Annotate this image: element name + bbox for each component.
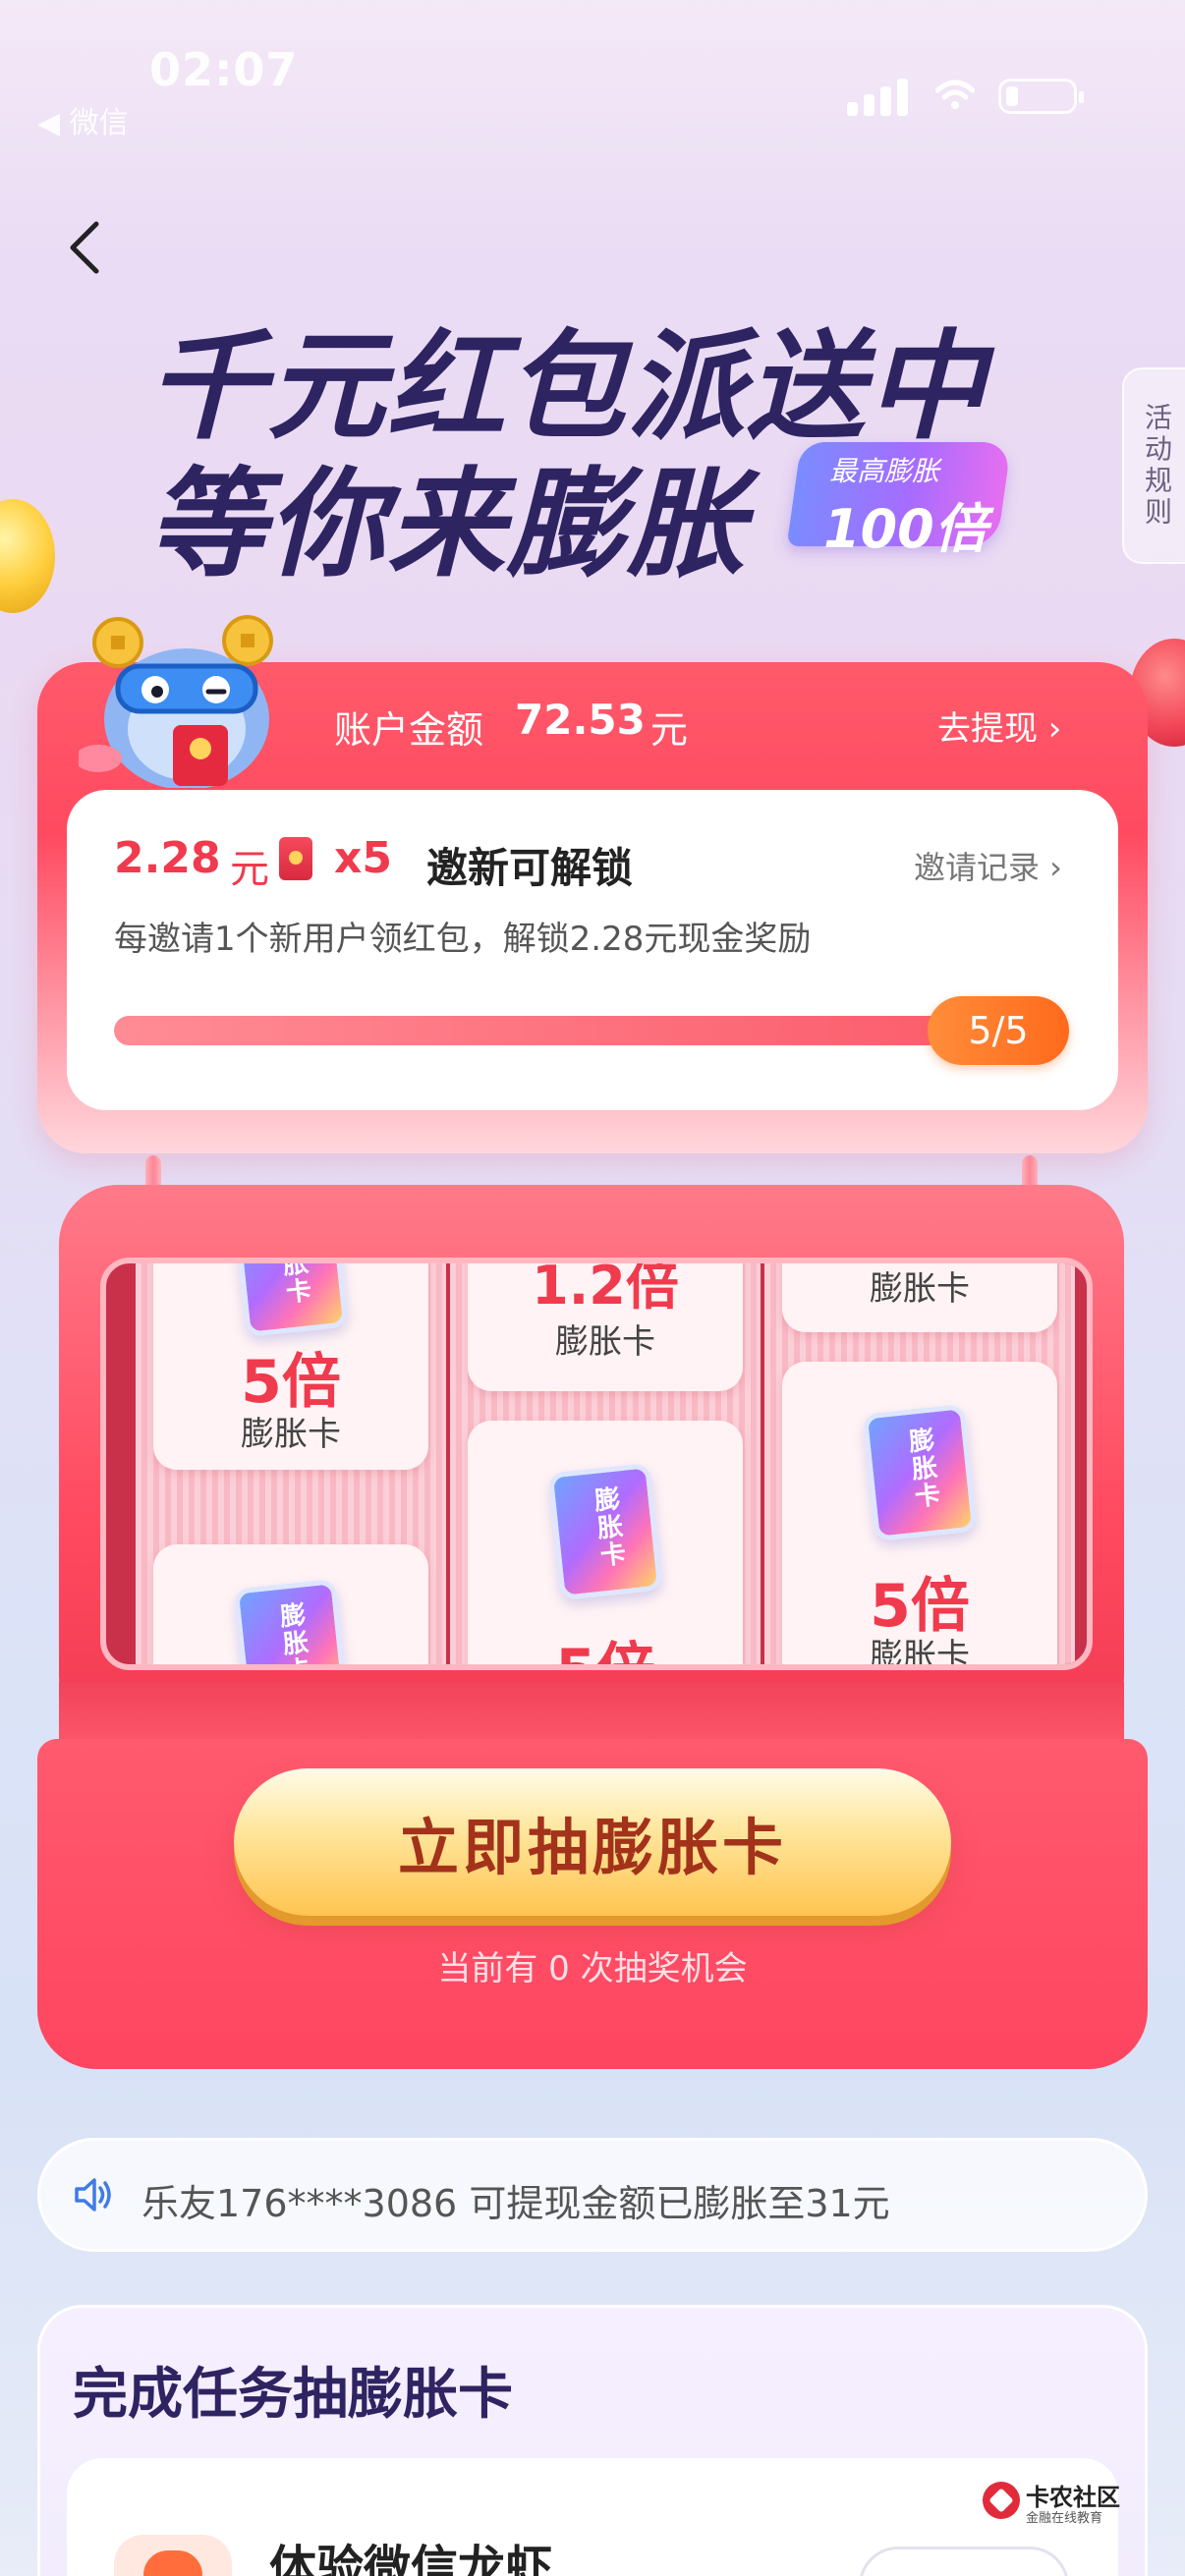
kanong-logo-icon — [983, 2482, 1020, 2519]
invite-description: 每邀请1个新用户领红包，解锁2.28元现金奖励 — [114, 920, 812, 959]
draw-chances-text: 当前有 0 次抽奖机会 — [437, 1949, 748, 1988]
max-multiplier-value: 100倍 — [823, 498, 988, 560]
speaker-icon — [75, 2178, 111, 2212]
announcement-text: 乐友176****3086 可提现金额已膨胀至31元 — [141, 2182, 890, 2225]
task-name: 体验微信龙虾 — [269, 2541, 553, 2576]
invite-progress-fill — [114, 1016, 1057, 1045]
reel-column-1: 膨胀卡 5倍 膨胀卡 膨胀卡 — [136, 1263, 446, 1664]
wifi-icon — [935, 80, 975, 109]
card-label: 膨胀卡 — [555, 1322, 655, 1362]
task-panel-title: 完成任务抽膨胀卡 — [73, 2363, 513, 2427]
expansion-card: 膨胀卡 — [153, 1544, 428, 1664]
card-label: 膨胀卡 — [870, 1637, 970, 1670]
gold-coin-decoration — [0, 499, 55, 613]
expansion-card: 膨胀卡 5倍 膨胀卡 — [153, 1263, 428, 1470]
expansion-card: 膨胀卡 — [782, 1263, 1057, 1332]
card-label: 膨胀卡 — [870, 1269, 970, 1309]
battery-icon — [998, 79, 1084, 114]
activity-rules-tab[interactable]: 活动规则 — [1122, 367, 1185, 564]
invite-record-link[interactable]: 邀请记录 › — [914, 843, 1062, 888]
watermark-subtitle: 金融在线教育 — [1026, 2511, 1103, 2526]
withdraw-link[interactable]: 去提现 › — [937, 701, 1061, 750]
mascot-hamster-icon — [79, 615, 273, 788]
account-balance-amount: 72.53 — [515, 696, 646, 744]
reel-column-2: 1.2倍 膨胀卡 膨胀卡 5倍 — [450, 1263, 761, 1664]
back-to-wechat-link[interactable]: ◀ 微信 — [37, 98, 129, 141]
draw-card-button[interactable]: 立即抽膨胀卡 — [234, 1768, 951, 1916]
max-multiplier-label: 最高膨胀 — [829, 455, 940, 487]
expansion-card-icon: 膨胀卡 — [547, 1462, 663, 1601]
invite-progress-count: 5/5 — [928, 996, 1069, 1065]
lottery-reel-window: 膨胀卡 5倍 膨胀卡 膨胀卡 1.2倍 膨胀卡 膨胀卡 5倍 膨胀卡 膨胀卡 5… — [100, 1258, 1093, 1670]
invite-progress-bar — [114, 1016, 1057, 1045]
reel-column-3: 膨胀卡 膨胀卡 5倍 膨胀卡 — [764, 1263, 1075, 1664]
watermark: 卡农社区 金融在线教育 — [983, 2478, 1140, 2527]
expansion-card-icon: 膨胀卡 — [233, 1263, 349, 1338]
activity-rules-label: 活动规则 — [1141, 403, 1173, 529]
expansion-card: 膨胀卡 5倍 膨胀卡 — [782, 1362, 1057, 1670]
invite-reward-amount: 2.28 — [114, 833, 221, 883]
expansion-card-icon: 膨胀卡 — [862, 1403, 978, 1542]
hero-title-line2: 等你来膨胀 — [147, 457, 747, 593]
card-multiplier: 1.2倍 — [532, 1258, 679, 1316]
expansion-card-icon: 膨胀卡 — [233, 1578, 349, 1664]
status-time: 02:07 — [149, 43, 299, 96]
expansion-card: 膨胀卡 5倍 — [468, 1421, 743, 1664]
card-label: 膨胀卡 — [241, 1415, 341, 1454]
expansion-card: 1.2倍 膨胀卡 — [468, 1258, 743, 1391]
card-multiplier: 5倍 — [468, 1623, 743, 1664]
invite-reward-unit: 元 — [230, 847, 269, 892]
task-action-button[interactable] — [859, 2547, 1069, 2576]
signal-icon — [847, 77, 908, 116]
red-envelope-icon — [279, 837, 312, 880]
account-balance-label: 账户金额 — [334, 708, 484, 752]
invite-reward-multiplier: x5 — [334, 833, 392, 883]
back-arrow-icon[interactable] — [61, 218, 110, 277]
invite-unlock-title: 邀新可解锁 — [426, 844, 634, 892]
lobster-icon — [114, 2535, 232, 2576]
status-bar: 02:07 ◀ 微信 — [0, 0, 1185, 141]
account-balance-unit: 元 — [650, 708, 689, 752]
